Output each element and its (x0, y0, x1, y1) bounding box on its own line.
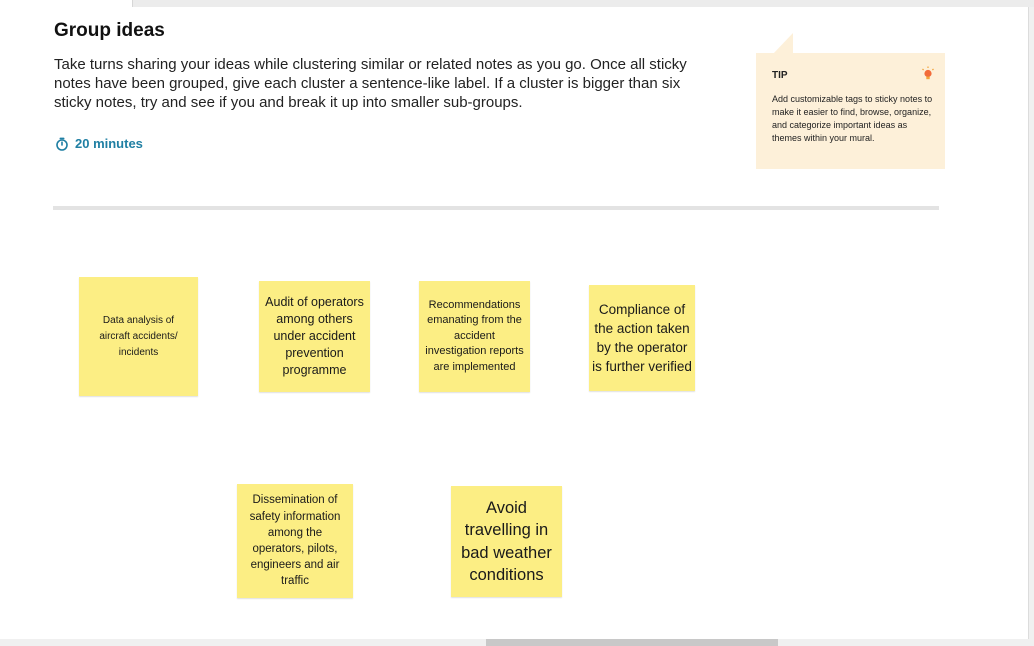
sticky-note[interactable]: Dissemination of safety information amon… (237, 484, 353, 598)
tip-label: TIP (772, 70, 788, 81)
vertical-scrollbar[interactable] (1028, 7, 1034, 639)
activity-title: Group ideas (54, 20, 165, 41)
timer-label: 20 minutes (75, 136, 143, 151)
sticky-note-text: Recommendations emanating from the accid… (425, 298, 524, 373)
tip-text: Add customizable tags to sticky notes to… (772, 94, 933, 143)
top-toolbar-edge (0, 0, 1034, 8)
sticky-note-text: Avoid travelling in bad weather conditio… (461, 498, 552, 585)
section-divider (53, 206, 939, 210)
sticky-note[interactable]: Avoid travelling in bad weather conditio… (451, 486, 562, 597)
sticky-note-text: Data analysis of aircraft accidents/ inc… (99, 314, 178, 358)
lightbulb-icon (921, 66, 935, 82)
top-edge-right (132, 0, 1034, 7)
horizontal-scrollbar[interactable] (0, 639, 1034, 646)
tip-card: TIP Add customizable tags to sticky note… (756, 53, 945, 169)
sticky-note-text: Compliance of the action taken by the op… (592, 302, 692, 374)
sticky-note[interactable]: Data analysis of aircraft accidents/ inc… (79, 277, 198, 396)
sticky-note[interactable]: Audit of operators among others under ac… (259, 281, 370, 392)
tip-callout-pointer (773, 33, 793, 54)
activity-description: Take turns sharing your ideas while clus… (54, 56, 687, 111)
sticky-note-text: Audit of operators among others under ac… (265, 295, 364, 377)
stopwatch-icon (55, 137, 69, 151)
sticky-note[interactable]: Compliance of the action taken by the op… (589, 285, 695, 391)
sticky-note-text: Dissemination of safety information amon… (249, 494, 341, 588)
sticky-note[interactable]: Recommendations emanating from the accid… (419, 281, 530, 392)
top-edge-left (0, 0, 132, 6)
horizontal-scrollbar-thumb[interactable] (486, 639, 778, 646)
activity-timer[interactable]: 20 minutes (55, 136, 143, 151)
mural-canvas: Group ideas Take turns sharing your idea… (0, 0, 1034, 646)
